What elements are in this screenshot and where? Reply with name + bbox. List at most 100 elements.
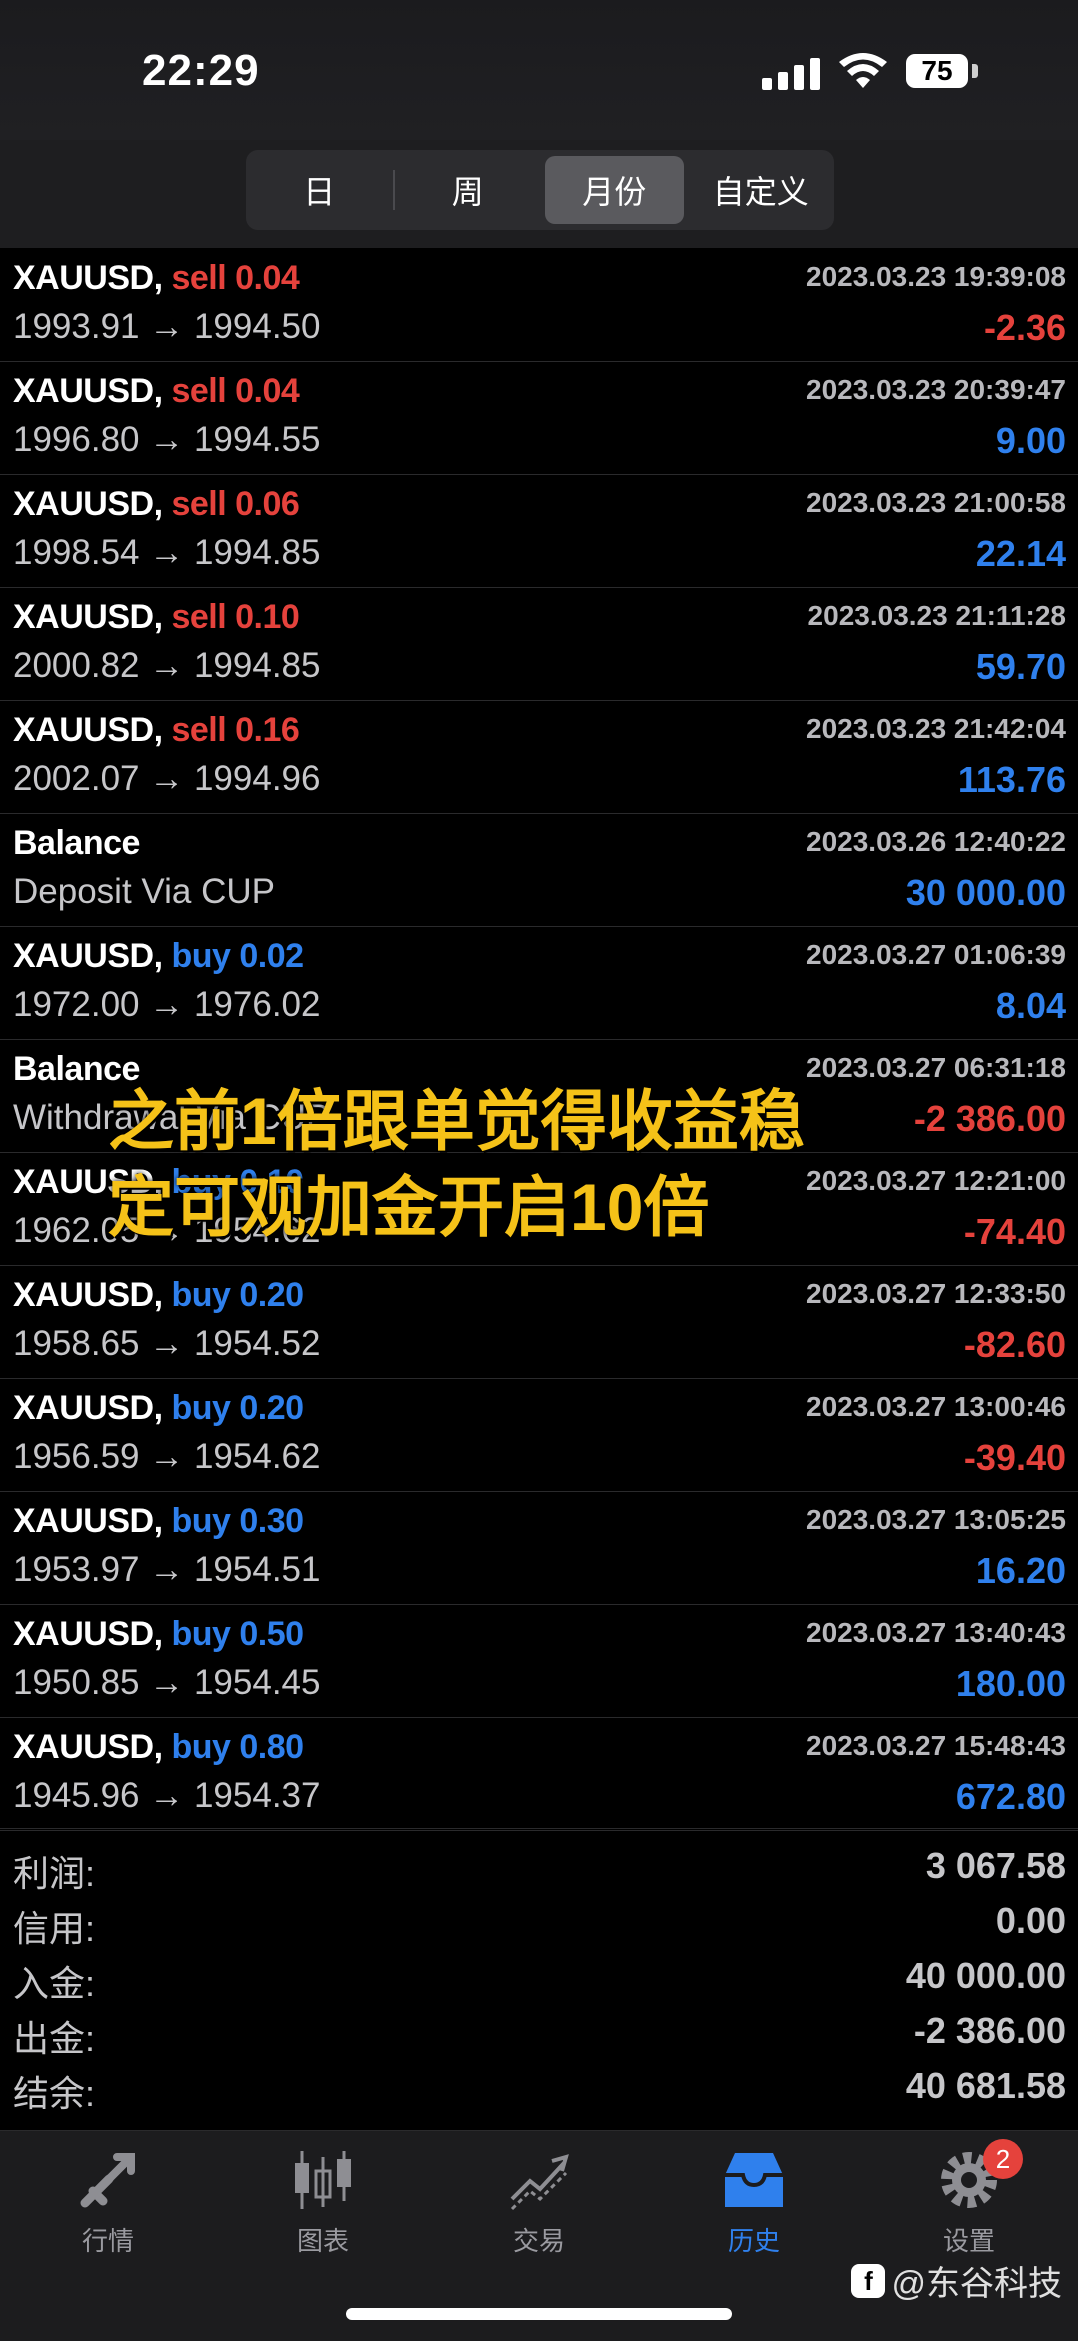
deal-symbol: XAUUSD, — [13, 711, 163, 749]
deal-row[interactable]: XAUUSD, sell 0.04 2023.03.23 19:39:08 1993… — [0, 249, 1078, 362]
deal-row[interactable]: XAUUSD, buy 0.50 2023.03.27 13:40:43 1950.… — [0, 1605, 1078, 1718]
deal-detail: 1993.91 → 1994.50 — [13, 307, 321, 346]
summary-value: 3 067.58 — [925, 1845, 1066, 1886]
summary-label: 入金: — [13, 1963, 96, 2004]
deal-profit: 672.80 — [955, 1776, 1066, 1817]
deal-symbol: XAUUSD, — [13, 598, 163, 636]
summary-label: 信用: — [13, 1908, 96, 1949]
deal-detail: 1998.54 → 1994.85 — [13, 533, 321, 572]
deal-side: sell 0.06 — [171, 485, 300, 523]
chart-icon — [295, 2151, 351, 2209]
deal-time: 2023.03.27 15:48:43 — [806, 1730, 1066, 1761]
deal-profit: -82.60 — [963, 1324, 1066, 1365]
deal-time: 2023.03.23 21:42:04 — [806, 713, 1066, 744]
summary-value: -2 386.00 — [913, 2010, 1066, 2051]
caption-line-2: 定可观加金开启10倍 — [108, 1170, 710, 1244]
deal-time: 2023.03.27 13:00:46 — [806, 1391, 1066, 1422]
deal-title: XAUUSD, buy 0.80 — [13, 1728, 304, 1767]
wifi-icon — [839, 53, 887, 88]
deal-symbol: XAUUSD, — [13, 259, 163, 297]
tabbar-item-chart[interactable]: 图表 — [253, 2145, 393, 2258]
tab-week[interactable]: 周 — [399, 156, 538, 224]
deal-time: 2023.03.23 20:39:47 — [806, 374, 1066, 405]
history-header: 日 周 月份 自定义 — [0, 140, 1078, 248]
deal-row[interactable]: XAUUSD, buy 0.20 2023.03.27 13:00:46 1956.… — [0, 1379, 1078, 1492]
tab-day[interactable]: 日 — [250, 156, 389, 224]
history-icon — [725, 2153, 783, 2207]
deal-detail: 1953.97 → 1954.51 — [13, 1550, 321, 1589]
deal-profit: 8.04 — [995, 985, 1066, 1026]
tabbar-label-settings: 设置 — [942, 2226, 995, 2256]
deal-row[interactable]: XAUUSD, sell 0.10 2023.03.23 21:11:28 2000… — [0, 588, 1078, 701]
tabbar-label-trade: 交易 — [512, 2226, 565, 2256]
deal-side: buy 0.80 — [171, 1728, 304, 1766]
tabbar-item-settings[interactable]: 2 设置 — [899, 2139, 1039, 2258]
status-time: 22:29 — [142, 46, 260, 95]
period-segmented-control: 日 周 月份 自定义 — [246, 150, 834, 230]
deal-detail: 1945.96 → 1954.37 — [13, 1776, 321, 1815]
summary-row: 结余: 40 681.58 — [0, 2059, 1078, 2114]
settings-badge: 2 — [983, 2139, 1023, 2179]
deal-row[interactable]: XAUUSD, buy 0.80 2023.03.27 15:48:43 1945.… — [0, 1718, 1078, 1831]
deal-title: XAUUSD, sell 0.04 — [13, 259, 300, 298]
summary-row: 利润: 3 067.58 — [0, 1839, 1078, 1894]
deal-detail: Deposit Via CUP — [13, 872, 275, 911]
deal-list: XAUUSD, sell 0.04 2023.03.23 19:39:08 1993… — [0, 249, 1078, 1831]
deal-detail: 1972.00 → 1976.02 — [13, 985, 321, 1024]
deal-time: 2023.03.27 13:40:43 — [806, 1617, 1066, 1648]
caption-line-1: 之前1倍跟单觉得收益稳 — [108, 1084, 805, 1158]
deal-detail: 2002.07 → 1994.96 — [13, 759, 321, 798]
deal-time: 2023.03.23 21:11:28 — [807, 600, 1066, 631]
tabbar-item-history[interactable]: 历史 — [684, 2145, 824, 2258]
tabbar-item-quotes[interactable]: 行情 — [38, 2145, 178, 2258]
deal-profit: 22.14 — [975, 533, 1066, 574]
deal-symbol: Balance — [13, 824, 140, 862]
tabbar-label-chart: 图表 — [296, 2226, 349, 2256]
deal-row[interactable]: XAUUSD, sell 0.16 2023.03.23 21:42:04 2002… — [0, 701, 1078, 814]
tabbar-label-quotes: 行情 — [81, 2226, 134, 2256]
deal-row[interactable]: XAUUSD, sell 0.04 2023.03.23 20:39:47 1996… — [0, 362, 1078, 475]
deal-symbol: XAUUSD, — [13, 485, 163, 523]
summary-row: 信用: 0.00 — [0, 1894, 1078, 1949]
deal-title: XAUUSD, buy 0.30 — [13, 1502, 304, 1541]
deal-time: 2023.03.27 13:05:25 — [806, 1504, 1066, 1535]
tab-month[interactable]: 月份 — [545, 156, 684, 224]
summary-value: 40 681.58 — [905, 2065, 1066, 2106]
deal-symbol: XAUUSD, — [13, 1276, 163, 1314]
deal-time: 2023.03.27 12:33:50 — [806, 1278, 1066, 1309]
deal-detail: 1996.80 → 1994.55 — [13, 420, 321, 459]
deal-title: XAUUSD, buy 0.02 — [13, 937, 304, 976]
deal-profit: 16.20 — [975, 1550, 1066, 1591]
tabbar-label-history: 历史 — [727, 2226, 780, 2256]
status-bar: 22:29 75 — [0, 0, 1078, 140]
deal-profit: 59.70 — [975, 646, 1066, 687]
tabbar-item-trade[interactable]: 交易 — [469, 2145, 609, 2258]
segment-divider — [392, 170, 395, 210]
deal-row[interactable]: Balance 2023.03.26 12:40:22 Deposit Via CU… — [0, 814, 1078, 927]
deal-profit: -39.40 — [963, 1437, 1066, 1478]
deal-title: XAUUSD, sell 0.04 — [13, 372, 300, 411]
deal-time: 2023.03.23 19:39:08 — [806, 261, 1066, 292]
deal-profit: 113.76 — [957, 759, 1066, 800]
deal-profit: 9.00 — [995, 420, 1066, 461]
summary-value: 0.00 — [995, 1900, 1066, 1941]
deal-side: buy 0.20 — [171, 1389, 304, 1427]
deal-title: XAUUSD, sell 0.16 — [13, 711, 300, 750]
tab-custom[interactable]: 自定义 — [692, 156, 831, 224]
watermark-logo-icon: f — [851, 2263, 886, 2298]
deal-detail: 1950.85 → 1954.45 — [13, 1663, 321, 1702]
summary-row: 入金: 40 000.00 — [0, 1949, 1078, 2004]
deal-row[interactable]: XAUUSD, buy 0.20 2023.03.27 12:33:50 1958.… — [0, 1266, 1078, 1379]
watermark-text: @东谷科技 — [891, 2265, 1062, 2303]
cellular-signal-icon — [762, 56, 820, 90]
deal-row[interactable]: XAUUSD, buy 0.30 2023.03.27 13:05:25 1953.… — [0, 1492, 1078, 1605]
deal-row[interactable]: XAUUSD, sell 0.06 2023.03.23 21:00:58 1998… — [0, 475, 1078, 588]
summary-label: 出金: — [13, 2018, 96, 2059]
deal-symbol: XAUUSD, — [13, 1502, 163, 1540]
deal-symbol: XAUUSD, — [13, 1389, 163, 1427]
deal-side: sell 0.10 — [171, 598, 300, 636]
deal-detail: 1958.65 → 1954.52 — [13, 1324, 321, 1363]
deal-row[interactable]: XAUUSD, buy 0.02 2023.03.27 01:06:39 1972.… — [0, 927, 1078, 1040]
deal-side: buy 0.02 — [171, 937, 304, 975]
watermark: f @东谷科技 — [851, 2256, 1062, 2305]
